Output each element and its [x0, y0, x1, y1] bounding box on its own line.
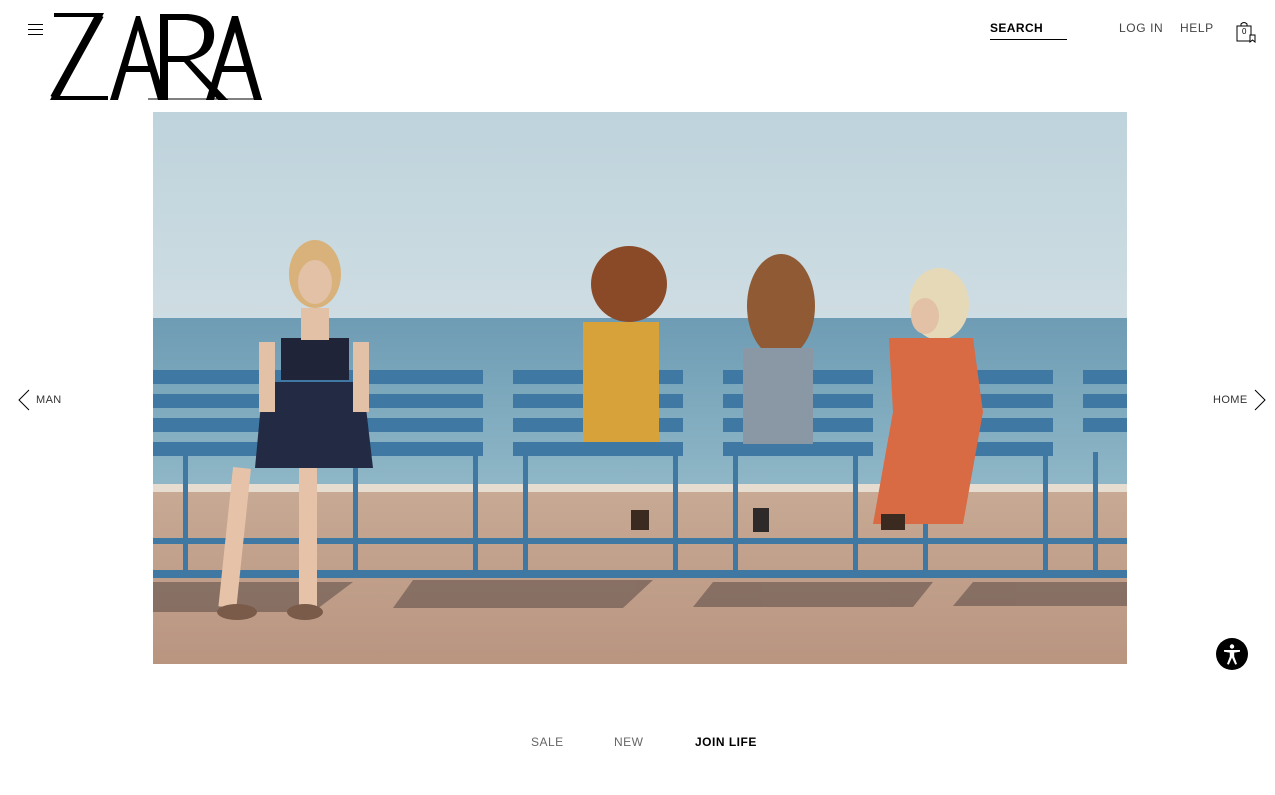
bottom-nav-sale[interactable]: SALE [531, 735, 564, 749]
chevron-right-icon [1254, 389, 1266, 411]
accessibility-icon [1224, 644, 1240, 665]
search-field[interactable]: SEARCH [990, 20, 1067, 40]
next-section-home[interactable]: HOME [1213, 388, 1266, 412]
prev-section-label: MAN [36, 394, 62, 406]
shopping-bag-button[interactable]: 0 [1235, 21, 1257, 43]
login-link[interactable]: LOG IN [1119, 21, 1163, 35]
bag-count: 0 [1242, 27, 1247, 36]
hero-photo-kids-beach-chairs [153, 112, 1127, 664]
bottom-nav-join-life[interactable]: JOIN LIFE [695, 735, 757, 749]
bottom-nav-new[interactable]: NEW [614, 735, 644, 749]
chevron-left-icon [18, 389, 30, 411]
help-link[interactable]: HELP [1180, 21, 1214, 35]
next-section-label: HOME [1213, 394, 1248, 406]
accessibility-button[interactable] [1216, 638, 1248, 670]
zara-logo[interactable] [48, 10, 264, 102]
search-label: SEARCH [990, 21, 1044, 35]
zara-logo-wordmark [50, 13, 262, 100]
prev-section-man[interactable]: MAN [18, 388, 62, 412]
menu-button[interactable] [26, 21, 46, 39]
hero-image[interactable] [153, 112, 1127, 664]
